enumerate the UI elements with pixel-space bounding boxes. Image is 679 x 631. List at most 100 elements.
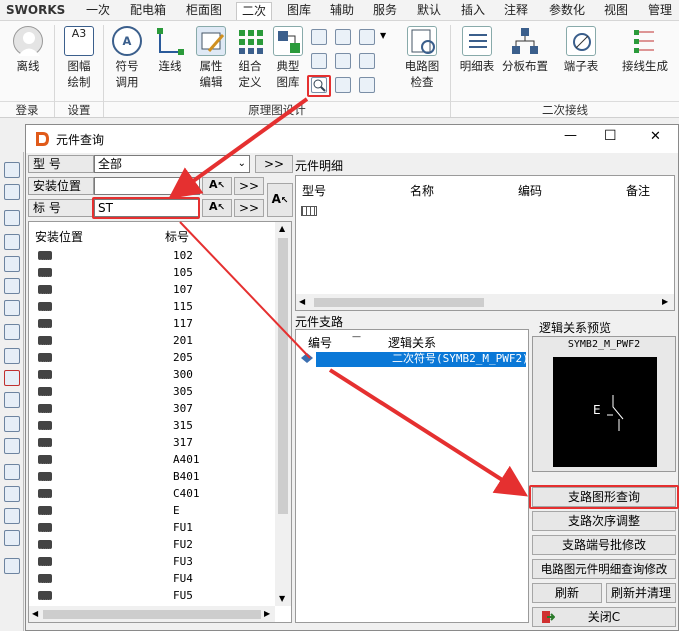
list-item[interactable]: 115 — [173, 300, 193, 313]
detail-table-button[interactable]: 明细表 — [455, 26, 499, 74]
list-item[interactable]: B401 — [173, 470, 200, 483]
refresh-clean-button[interactable]: 刷新并清理 — [606, 583, 676, 603]
location-match-button[interactable]: A↖ — [202, 177, 232, 195]
typical-library-button[interactable]: 典型 图库 — [270, 26, 306, 90]
circuit-check-button[interactable]: 电路图 检查 — [400, 26, 444, 90]
tool-icon-18[interactable] — [4, 558, 20, 574]
tool-icon-3[interactable] — [4, 210, 20, 226]
tool-icon-17[interactable] — [4, 530, 20, 546]
tool-icon-14[interactable] — [4, 464, 20, 480]
chevron-down-icon[interactable]: ▼ — [380, 31, 386, 40]
list-item[interactable]: E — [173, 504, 180, 517]
col-location-header[interactable]: 安装位置 — [35, 228, 83, 245]
list-item[interactable]: 317 — [173, 436, 193, 449]
tool-icon-15[interactable] — [4, 486, 20, 502]
menu-tab-service[interactable]: 服务 — [369, 2, 401, 20]
tool-icon-4[interactable] — [4, 234, 20, 250]
wire-button[interactable]: 连线 — [152, 26, 188, 74]
menu-tab-view[interactable]: 视图 — [600, 2, 632, 20]
tool-icon-8[interactable] — [4, 324, 20, 340]
circuit-detail-edit-button[interactable]: 电路图元件明细查询修改 — [532, 559, 676, 579]
list-item[interactable]: 107 — [173, 283, 193, 296]
tool-icon-9[interactable] — [4, 348, 20, 364]
menu-tab-primary[interactable]: 一次 — [82, 2, 114, 20]
tool-icon-16[interactable] — [4, 508, 20, 524]
type-select[interactable]: 全部 ⌄ — [94, 155, 250, 173]
list-item[interactable]: 305 — [173, 385, 193, 398]
branch-col-logic[interactable]: 逻辑关系 — [388, 334, 436, 351]
list-item[interactable]: FU1 — [173, 521, 193, 534]
list-item[interactable]: C401 — [173, 487, 200, 500]
tool-icon-5[interactable] — [4, 256, 20, 272]
detail-hscroll[interactable]: ◀ ▶ — [296, 294, 674, 310]
tool-icon-12[interactable] — [4, 416, 20, 432]
list-item[interactable]: 105 — [173, 266, 193, 279]
text-a-icon[interactable] — [311, 53, 327, 69]
tool-icon-10[interactable] — [4, 370, 20, 386]
branch-order-button[interactable]: 支路次序调整 — [532, 511, 676, 531]
scroll-left-icon[interactable]: ◀ — [299, 297, 305, 306]
menu-tab-secondary[interactable]: 二次 — [236, 2, 272, 20]
list-item[interactable]: 102 — [173, 249, 193, 262]
list-item[interactable]: 300 — [173, 368, 193, 381]
col-tag-header[interactable]: 标号 — [165, 228, 189, 245]
scroll-down-icon[interactable]: ▼ — [279, 594, 285, 603]
list-item[interactable]: 315 — [173, 419, 193, 432]
menu-tab-default[interactable]: 默认 — [413, 2, 445, 20]
refresh-button[interactable]: 刷新 — [532, 583, 602, 603]
frame-draw-button[interactable]: A3 图幅 绘制 — [60, 26, 98, 90]
table-icon[interactable] — [335, 29, 351, 45]
wiring-generate-button[interactable]: 接线生成 — [618, 26, 672, 74]
tool-icon-7[interactable] — [4, 300, 20, 316]
menu-tab-distribution[interactable]: 配电箱 — [125, 2, 171, 20]
branch-row-selected[interactable]: 二次符号(SYMB2_M_PWF2) — [316, 352, 526, 367]
menu-tab-manage[interactable]: 管理 — [643, 2, 677, 20]
combo-define-button[interactable]: 组合 定义 — [232, 26, 268, 90]
tool-icon-13[interactable] — [4, 438, 20, 454]
close-button[interactable]: 关闭C — [532, 607, 676, 627]
board-layout-button[interactable]: 分板布置 — [501, 26, 549, 74]
maximize-icon[interactable]: ☐ — [604, 128, 617, 144]
scroll-right-icon[interactable]: ▶ — [264, 609, 270, 618]
list-vscroll[interactable]: ▲ ▼ — [275, 222, 291, 606]
detail-col-code[interactable]: 编码 — [518, 182, 542, 199]
menu-tab-annotate[interactable]: 注释 — [500, 2, 532, 20]
scroll-up-icon[interactable]: ▲ — [279, 224, 285, 233]
list-item[interactable]: A401 — [173, 453, 200, 466]
list-item[interactable]: FU2 — [173, 538, 193, 551]
scroll-right-icon[interactable]: ▶ — [662, 297, 668, 306]
list-item[interactable]: 307 — [173, 402, 193, 415]
menu-tab-library[interactable]: 图库 — [282, 2, 316, 20]
terminal-table-button[interactable]: 端子表 — [559, 26, 603, 74]
symbol-call-button[interactable]: A 符号 调用 — [108, 26, 146, 90]
bars-icon[interactable] — [359, 53, 375, 69]
terminal-icon[interactable] — [335, 53, 351, 69]
close-icon[interactable]: ✕ — [650, 129, 661, 144]
list-item[interactable]: 205 — [173, 351, 193, 364]
list-item[interactable]: 117 — [173, 317, 193, 330]
detail-col-model[interactable]: 型号 — [302, 182, 326, 199]
attribute-edit-button[interactable]: 属性 编辑 — [193, 26, 229, 90]
link-icon[interactable] — [335, 77, 351, 93]
hscroll-thumb[interactable] — [43, 610, 261, 619]
detail-hscroll-thumb[interactable] — [314, 298, 484, 307]
list-item[interactable]: FU4 — [173, 572, 193, 585]
tool-icon-11[interactable] — [4, 392, 20, 408]
list-item[interactable]: 201 — [173, 334, 193, 347]
location-input[interactable] — [94, 177, 200, 195]
circuit-icon[interactable] — [311, 29, 327, 45]
offline-button[interactable]: 离线 — [8, 26, 48, 74]
search-icon[interactable] — [359, 77, 375, 93]
tool-icon-1[interactable] — [4, 162, 20, 178]
tool-icon-2[interactable] — [4, 184, 20, 200]
scroll-left-icon[interactable]: ◀ — [32, 609, 38, 618]
detail-col-name[interactable]: 名称 — [410, 182, 434, 199]
terminal-batch-edit-button[interactable]: 支路端号批修改 — [532, 535, 676, 555]
menu-tab-insert[interactable]: 插入 — [457, 2, 489, 20]
minimize-icon[interactable]: — — [564, 128, 577, 143]
menu-tab-parametric[interactable]: 参数化 — [544, 2, 590, 20]
scroll-thumb[interactable] — [278, 238, 288, 514]
tool-icon-6[interactable] — [4, 278, 20, 294]
type-expand-button[interactable]: >> — [255, 155, 293, 173]
detail-col-remark[interactable]: 备注 — [626, 182, 650, 199]
